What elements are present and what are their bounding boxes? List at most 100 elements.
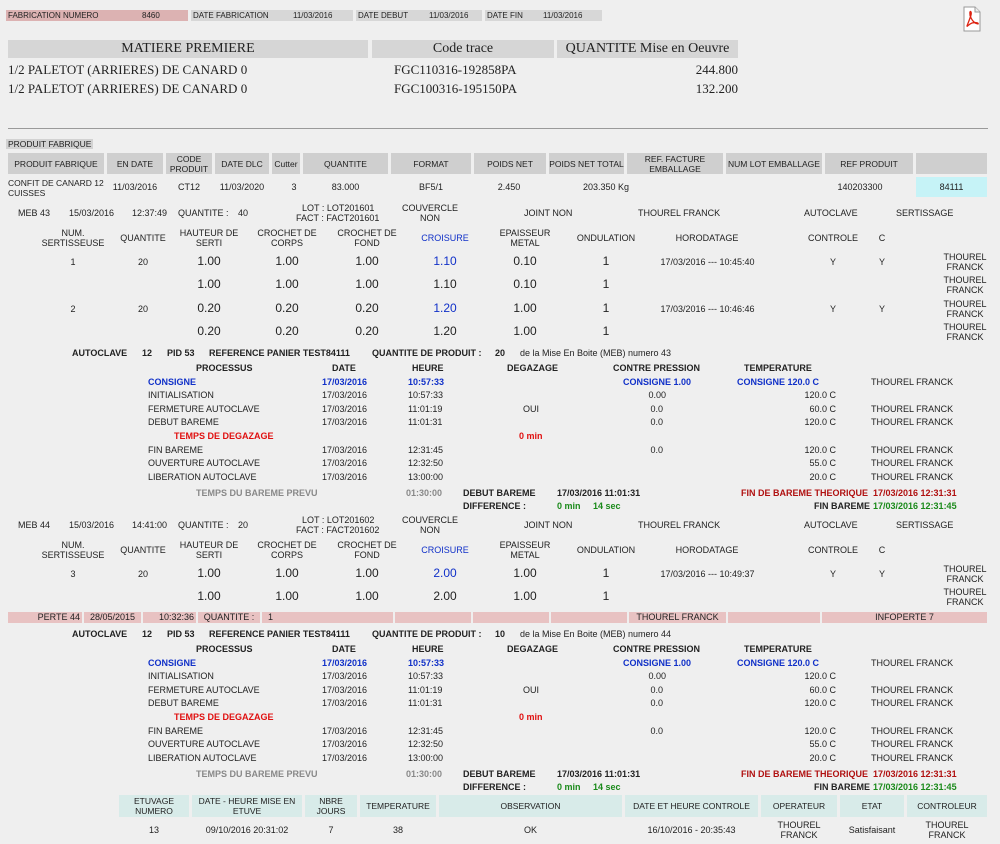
auto1-r1-temp: CONSIGNE 120.0 C [737,377,820,387]
auto2-h-temperature: TEMPERATURE [744,644,812,654]
meb1-label: MEB 43 [18,208,51,218]
auto2-r4-temp: 120.0 C [804,698,836,708]
auto1-r4-heure: 11:01:31 [408,417,443,427]
auto2-h-date: DATE [332,644,356,654]
perte-cell-date: 28/05/2015 [84,612,141,623]
pf-dlc: 11/03/2020 [219,182,265,192]
meb1-r4-operator: THOUREL FRANCK [943,322,987,342]
pf-quantite: 83.000 [331,182,360,192]
auto2-diff-label: DIFFERENCE : [463,782,526,792]
meb1-fact: FACT : FACT201601 [296,213,380,223]
meb1-r2-ondulation: 1 [602,277,610,291]
auto1-r6-heure: 12:31:45 [408,445,444,455]
meb2-h-num: NUM. SERTISSEUSE [41,540,105,560]
auto2-r2-heure: 10:57:33 [408,671,444,681]
meb2-h-c: C [878,545,886,555]
meb1-qty-label: QUANTITE : [178,208,229,218]
meb1-operator: THOUREL FRANCK [638,208,721,218]
auto2-r6-pression: 0.0 [650,726,663,736]
pdf-icon[interactable] [962,6,982,32]
meb1-r3-qty: 20 [137,304,148,314]
meb1-r1-epaisseur: 0.10 [513,254,537,268]
auto2-r3-degazage: OUI [523,685,540,695]
auto1-r8-operator: THOUREL FRANCK [871,472,954,482]
mp-header-name: MATIERE PREMIERE [8,40,368,58]
meb1-time: 12:37:49 [132,208,168,218]
auto2-title-num: 12 [142,629,153,639]
etuve-controleur: THOUREL FRANCK [925,820,969,840]
auto2-diff-min: 0 min [557,782,581,792]
etuve-h-numero: ETUVAGE NUMERO [119,795,189,817]
meb2-r1-operator: THOUREL FRANCK [943,564,987,584]
meb2-h-qty: QUANTITE [120,545,166,555]
meb1-h-controle: CONTROLE [807,233,858,243]
etuve-jours: 7 [328,825,334,835]
auto2-r8-processus: LIBERATION AUTOCLAVE [148,753,257,763]
meb1-r2-croisure: 1.10 [433,277,457,291]
pf-head-endate: EN DATE [107,153,163,174]
meb2-fact: FACT : FACT201602 [296,525,380,535]
meb2-h-ondulation: ONDULATION [576,545,636,555]
meb1-autoclave: AUTOCLAVE [804,208,858,218]
etuve-h-controle: DATE ET HEURE CONTROLE [625,795,758,817]
auto2-r6-operator: THOUREL FRANCK [871,726,954,736]
auto1-r8-heure: 13:00:00 [408,472,444,482]
auto1-r8-processus: LIBERATION AUTOCLAVE [148,472,257,482]
meb1-h-croisure: CROISURE [421,233,469,243]
auto2-title-ref: REFERENCE PANIER TEST84111 [209,629,350,639]
etuve-operateur: THOUREL FRANCK [777,820,821,840]
mp-row-1-qty: 244.800 [695,62,738,77]
mp-row-1-name: 1/2 PALETOT (ARRIERES) DE CANARD 0 [8,62,248,77]
pf-extra-badge[interactable]: 84111 [916,177,987,197]
auto1-r1-operator: THOUREL FRANCK [871,377,954,387]
meb2-h-horodatage: HORODATAGE [675,545,739,555]
auto1-r6-pression: 0.0 [650,445,663,455]
pf-head-refproduit: REF PRODUIT [825,153,913,174]
auto1-diff-label: DIFFERENCE : [463,501,526,511]
auto2-r5-degazage: 0 min [519,712,543,722]
auto2-fintheo: 17/03/2016 12:31:31 [873,769,957,779]
etuve-observation: OK [523,825,537,835]
auto1-r5-processus: TEMPS DE DEGAZAGE [174,431,274,441]
perte-cell-qtylabel: QUANTITE : [198,612,260,623]
auto2-r1-heure: 10:57:33 [408,658,445,668]
auto1-r7-date: 17/03/2016 [322,458,368,468]
meb1-r4-ondulation: 1 [602,324,610,338]
auto1-debut: 17/03/2016 11:01:31 [557,488,641,498]
date-fin-cell: DATE FIN 11/03/2016 [485,10,602,21]
auto1-debut-label: DEBUT BAREME [463,488,536,498]
perte-cell-qty: 1 [262,612,393,623]
pf-head-cutter: Cutter [272,153,300,174]
perte-info: INFOPERTE 7 [875,612,934,622]
auto2-r1-operator: THOUREL FRANCK [871,658,954,668]
auto2-r6-processus: FIN BAREME [148,726,204,736]
meb1-r4-epaisseur: 1.00 [513,324,537,338]
auto1-r3-pression: 0.0 [650,404,663,414]
fab-num-label-cell: FABRICATION NUMERO 8460 [6,10,188,21]
auto1-r6-processus: FIN BAREME [148,445,204,455]
auto1-r3-degazage: OUI [523,404,540,414]
auto2-prevu: 01:30:00 [406,769,443,779]
auto2-r3-date: 17/03/2016 [322,685,368,695]
auto2-r3-operator: THOUREL FRANCK [871,685,954,695]
auto2-r1-processus: CONSIGNE [148,658,197,668]
meb1-h-ondulation: ONDULATION [576,233,636,243]
meb1-r1-hauteur: 1.00 [197,254,221,268]
meb1-r4-corps: 0.20 [275,324,299,338]
meb2-r2-ondulation: 1 [602,589,610,603]
perte-cell-info: INFOPERTE 7 [822,612,987,623]
meb2-r2-croisure: 2.00 [433,589,457,603]
auto1-r4-temp: 120.0 C [804,417,836,427]
meb1-r1-corps: 1.00 [275,254,299,268]
auto1-r7-operator: THOUREL FRANCK [871,458,954,468]
auto2-h-heure: HEURE [412,644,444,654]
auto1-r2-heure: 10:57:33 [408,390,444,400]
pf-poidstotal: 203.350 Kg [582,182,630,192]
etuve-h-observation: OBSERVATION [439,795,622,817]
etuve-h-date: DATE - HEURE MISE EN ETUVE [192,795,302,817]
etuve-etat: Satisfaisant [848,825,896,835]
meb1-r1-c: Y [878,257,885,267]
meb2-h-fond: CROCHET DE FOND [337,540,397,560]
auto2-r8-operator: THOUREL FRANCK [871,753,954,763]
auto2-r6-temp: 120.0 C [804,726,836,736]
